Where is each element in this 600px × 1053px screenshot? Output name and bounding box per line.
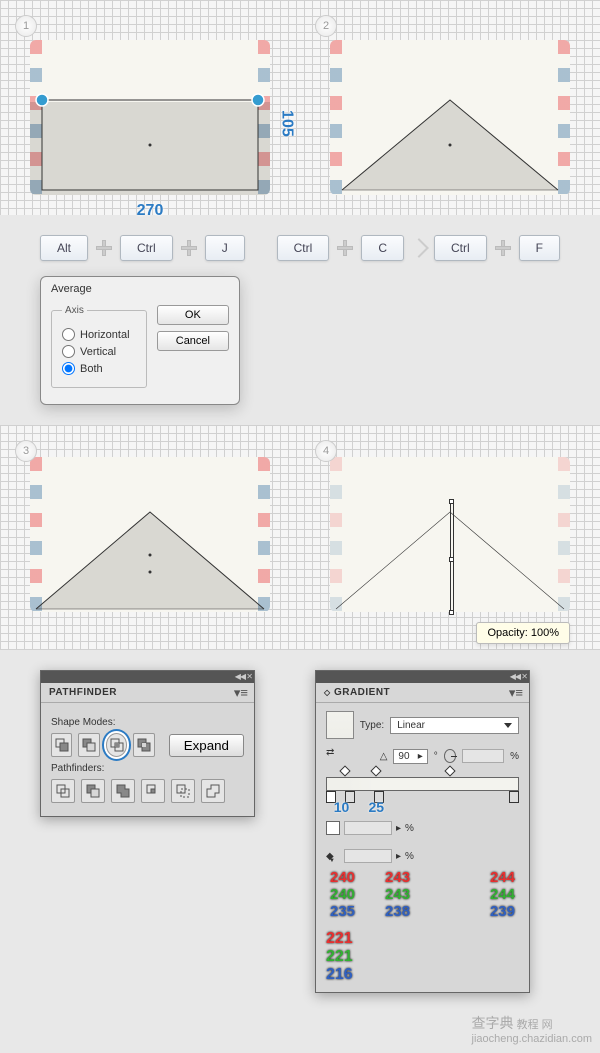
key-alt: Alt <box>40 235 88 261</box>
crop-button[interactable] <box>141 779 165 803</box>
divide-button[interactable] <box>51 779 75 803</box>
shortcut-row-1: Alt Ctrl J <box>40 235 277 261</box>
angle-dial[interactable] <box>444 749 456 763</box>
panel-menu-icon[interactable]: ▾≡ <box>503 685 529 701</box>
opacity-tooltip: Opacity: 100% <box>476 622 570 644</box>
envelope-step-2 <box>330 40 570 195</box>
angle-input[interactable]: 90▸ <box>393 749 427 764</box>
radio-horizontal[interactable]: Horizontal <box>62 328 136 341</box>
exclude-button[interactable] <box>133 733 154 757</box>
vertical-handle[interactable] <box>450 502 454 612</box>
pathfinders-label: Pathfinders: <box>51 763 244 774</box>
plus-icon <box>495 240 511 256</box>
type-label: Type: <box>360 720 384 731</box>
panel-title: PATHFINDER <box>41 683 125 702</box>
panel-menu-icon[interactable]: ▾≡ <box>228 685 254 701</box>
location-input[interactable] <box>344 849 392 863</box>
gradient-type-select[interactable]: Linear <box>390 717 519 734</box>
envelope-step-1: 270 105 <box>30 40 270 195</box>
key-f: F <box>519 235 560 261</box>
dialog-title: Average <box>41 277 239 301</box>
minus-back-button[interactable] <box>201 779 225 803</box>
cancel-button[interactable]: Cancel <box>157 331 229 351</box>
trim-button[interactable] <box>81 779 105 803</box>
chevron-down-icon <box>504 723 512 728</box>
key-ctrl: Ctrl <box>120 235 173 261</box>
chevron-right-icon <box>409 238 429 258</box>
radio-vertical[interactable]: Vertical <box>62 345 136 358</box>
stop-position-label: 10 <box>334 799 350 815</box>
gradient-swatch[interactable] <box>326 711 354 739</box>
dimension-width: 270 <box>137 202 164 220</box>
gradient-stop[interactable] <box>509 791 519 803</box>
dimension-height: 105 <box>278 110 296 137</box>
rgb-values-extra: 221 221 216 <box>326 930 519 984</box>
intersect-button[interactable] <box>106 733 127 757</box>
envelope-step-4 <box>330 457 570 612</box>
envelope-step-3 <box>30 457 270 612</box>
ok-button[interactable]: OK <box>157 305 229 325</box>
key-j: J <box>205 235 245 261</box>
reverse-gradient-icon[interactable]: ⇄ <box>326 747 342 765</box>
key-c: C <box>361 235 404 261</box>
aspect-input[interactable] <box>462 749 504 763</box>
step-badge-3: 3 <box>15 440 37 462</box>
stop-opacity-swatch[interactable] <box>326 821 340 835</box>
gradient-bar[interactable]: 10 25 <box>326 777 519 791</box>
plus-icon <box>181 240 197 256</box>
key-ctrl: Ctrl <box>434 235 487 261</box>
axis-fieldset: Axis Horizontal Vertical Both <box>51 305 147 388</box>
opacity-input[interactable] <box>344 821 392 835</box>
step-badge-4: 4 <box>315 440 337 462</box>
shortcut-row-2: Ctrl C Ctrl F <box>277 235 560 261</box>
watermark: 查字典 教程 网 jiaocheng.chazidian.com <box>472 1013 592 1045</box>
rgb-values: 240 240 235 243 243 238 244 244 239 <box>326 869 519 920</box>
stop-position-label: 25 <box>368 799 384 815</box>
unite-button[interactable] <box>51 733 72 757</box>
shape-modes-label: Shape Modes: <box>51 717 244 728</box>
radio-both[interactable]: Both <box>62 362 136 375</box>
step-badge-2: 2 <box>315 15 337 37</box>
panel-collapse-icon[interactable]: ◀◀ ✕ <box>235 672 252 681</box>
minus-front-button[interactable] <box>78 733 99 757</box>
gradient-panel: ◀◀ ✕ ◇ GRADIENT ▾≡ Type: Linear ⇄ △ 90▸ <box>315 670 530 993</box>
average-dialog: Average Axis Horizontal Vertical Both OK… <box>40 276 240 405</box>
merge-button[interactable] <box>111 779 135 803</box>
panel-collapse-icon[interactable]: ◀◀ ✕ <box>510 672 527 681</box>
panel-title: ◇ GRADIENT <box>316 683 398 702</box>
plus-icon <box>96 240 112 256</box>
outline-button[interactable] <box>171 779 195 803</box>
plus-icon <box>337 240 353 256</box>
pathfinder-panel: ◀◀ ✕ PATHFINDER ▾≡ Shape Modes: Expand P… <box>40 670 255 817</box>
key-ctrl: Ctrl <box>277 235 330 261</box>
expand-button[interactable]: Expand <box>169 734 244 757</box>
step-badge-1: 1 <box>15 15 37 37</box>
